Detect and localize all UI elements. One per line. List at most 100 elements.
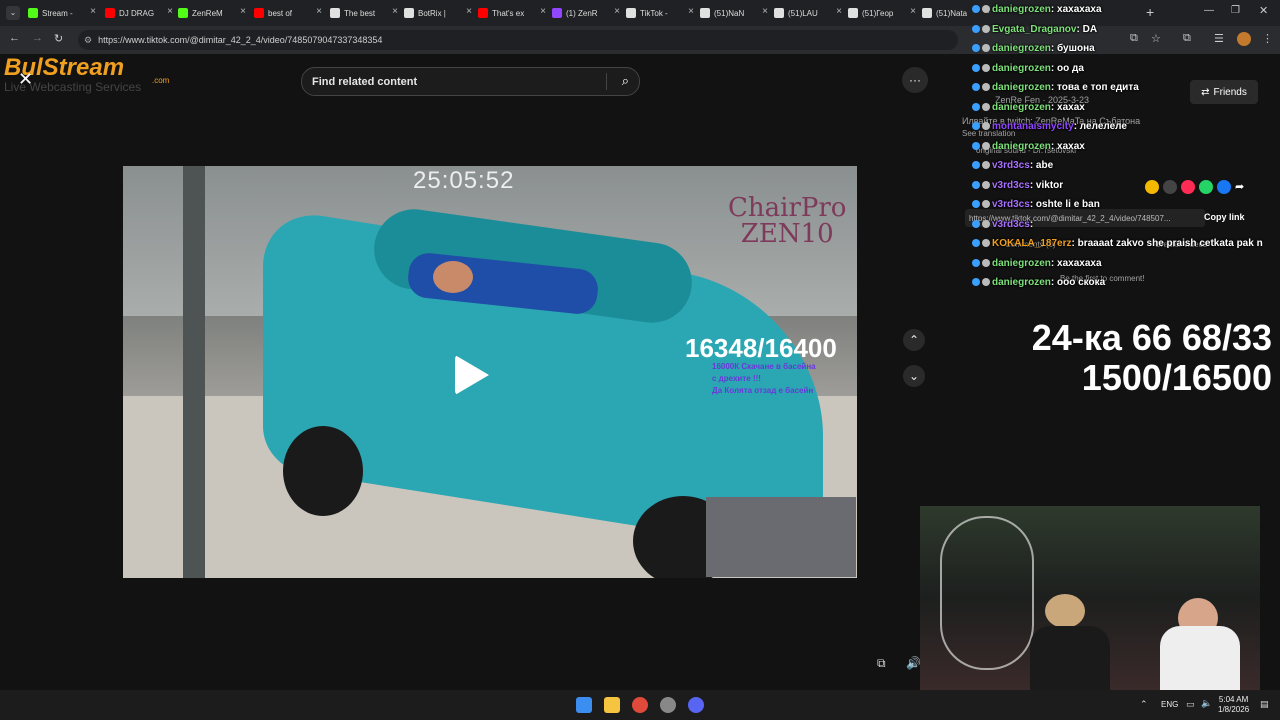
chat-username: daniegrozen <box>992 62 1051 74</box>
chat-message: daniegrozen: ооо скока <box>972 277 1105 288</box>
chat-message: Evgata_Draganov: DA <box>972 24 1097 35</box>
play-icon[interactable] <box>455 355 489 395</box>
tab-close-icon[interactable]: × <box>90 6 96 17</box>
chat-badge-icon <box>972 5 980 14</box>
tab-close-icon[interactable]: × <box>688 6 694 17</box>
browser-tab[interactable]: (51)NaN × <box>700 3 770 23</box>
clock[interactable]: 5:04 AM 1/8/2026 <box>1218 695 1249 715</box>
chat-username: Evgata_Draganov <box>992 23 1077 35</box>
forward-icon[interactable]: → <box>32 32 43 44</box>
chrome-icon[interactable] <box>632 697 648 713</box>
streamer-cap <box>1045 594 1085 628</box>
chat-badge-icon <box>972 180 980 189</box>
network-icon[interactable]: ▭ <box>1186 699 1195 710</box>
search-icon[interactable]: ⌕ <box>622 73 629 89</box>
chat-avatar-icon <box>982 63 990 72</box>
tab-close-icon[interactable]: × <box>910 6 916 17</box>
browser-tab[interactable]: DJ DRAG × <box>105 3 175 23</box>
bulstream-com: .com <box>152 76 170 85</box>
chat-username: daniegrozen <box>992 4 1051 15</box>
chat-text: : oshte li e ban <box>1029 199 1100 210</box>
chat-text: : хахах <box>1050 140 1085 152</box>
tab-close-icon[interactable]: × <box>836 6 842 17</box>
tab-favicon-icon <box>178 8 188 18</box>
more-icon: ··· <box>909 73 921 87</box>
chevron-down-icon: ⌄ <box>908 369 920 383</box>
language-indicator[interactable]: ENG <box>1161 700 1178 709</box>
stream-stats-line2: 1500/16500 <box>1081 357 1272 398</box>
chat-message: KOKALA_187erz: braaaat zakvo she praish … <box>972 238 1263 249</box>
start-icon[interactable] <box>576 697 592 713</box>
tab-close-icon[interactable]: × <box>392 6 398 17</box>
chat-message: daniegrozen: хахахаха <box>972 258 1102 269</box>
browser-tab[interactable]: TikTok - × <box>626 3 696 23</box>
chat-badge-icon <box>972 141 980 150</box>
search-placeholder: Find related content <box>312 75 418 88</box>
tab-label: (51)LAU <box>788 8 818 18</box>
obs-icon[interactable] <box>660 697 676 713</box>
chat-text: : бушона <box>1050 43 1095 54</box>
chairpro-text: ChairPro <box>728 193 847 223</box>
tab-favicon-icon <box>28 8 38 18</box>
notifications-icon[interactable]: ▤ <box>1260 699 1269 710</box>
front-wheel <box>283 426 363 516</box>
url-text: https://www.tiktok.com/@dimitar_42_2_4/v… <box>98 35 383 45</box>
browser-tab[interactable]: The best × <box>330 3 400 23</box>
browser-tab[interactable]: (1) ZenR × <box>552 3 622 23</box>
browser-tab[interactable]: That's ex × <box>478 3 548 23</box>
hanging-chair <box>940 516 1034 670</box>
chat-message: v3rd3cs: abe <box>972 160 1053 171</box>
tab-favicon-icon <box>922 8 932 18</box>
discord-icon[interactable] <box>688 697 704 713</box>
tab-close-icon[interactable]: × <box>167 6 173 17</box>
chat-username: v3rd3cs <box>992 199 1030 210</box>
url-field[interactable]: ⚙ https://www.tiktok.com/@dimitar_42_2_4… <box>78 30 958 50</box>
chat-message: daniegrozen: бушона <box>972 43 1095 54</box>
file-explorer-icon[interactable] <box>604 697 620 713</box>
chat-avatar-icon <box>982 122 990 131</box>
next-video-button[interactable]: ⌄ <box>903 365 925 387</box>
chat-avatar-icon <box>982 102 990 111</box>
picture-in-picture-icon[interactable]: ⧉ <box>877 656 886 671</box>
chat-badge-icon <box>972 63 980 72</box>
tab-close-icon[interactable]: × <box>466 6 472 17</box>
site-info-icon[interactable]: ⚙ <box>84 35 92 46</box>
guest-body <box>1160 626 1240 690</box>
browser-tab[interactable]: (51)LAU × <box>774 3 844 23</box>
back-icon[interactable]: ← <box>9 32 20 44</box>
more-options-button[interactable]: ··· <box>902 67 928 93</box>
tab-search-button[interactable]: ⌄ <box>6 6 20 20</box>
reload-icon[interactable]: ↻ <box>54 32 63 45</box>
chat-text: : ооо скока <box>1050 277 1106 288</box>
chat-badge-icon <box>972 24 980 33</box>
tab-label: TikTok - <box>640 8 668 18</box>
chat-badge-icon <box>972 161 980 170</box>
video-annotation-1: 16000К Скачане в басейна <box>712 362 816 371</box>
chat-avatar-icon <box>982 200 990 209</box>
video-annotation-2: с дрехите !!! <box>712 374 761 383</box>
tab-close-icon[interactable]: × <box>614 6 620 17</box>
tab-close-icon[interactable]: × <box>762 6 768 17</box>
tab-favicon-icon <box>254 8 264 18</box>
browser-tab[interactable]: (51)Геор × <box>848 3 918 23</box>
search-input[interactable]: Find related content ⌕ <box>301 67 640 96</box>
close-icon[interactable]: ✕ <box>18 69 33 90</box>
tray-chevron-icon[interactable]: ⌃ <box>1140 699 1148 710</box>
volume-icon[interactable]: 🔊 <box>906 656 921 670</box>
browser-tab[interactable]: Stream - × <box>28 3 98 23</box>
webcam-feed <box>920 506 1260 690</box>
chat-text: : лелелеле <box>1073 121 1127 132</box>
previous-video-button[interactable]: ⌃ <box>903 329 925 351</box>
browser-tab[interactable]: BotRix | × <box>404 3 474 23</box>
tab-close-icon[interactable]: × <box>540 6 546 17</box>
tab-close-icon[interactable]: × <box>240 6 246 17</box>
browser-tab[interactable]: best of × <box>254 3 324 23</box>
browser-tab[interactable]: ZenReM × <box>178 3 248 23</box>
chat-username: v3rd3cs <box>992 179 1030 191</box>
chat-message: daniegrozen: хахах <box>972 102 1085 113</box>
chat-text: : това е топ едита <box>1050 82 1139 93</box>
tab-favicon-icon <box>404 8 414 18</box>
volume-tray-icon[interactable]: 🔈 <box>1201 698 1212 709</box>
chat-message: daniegrozen: хахахаха <box>972 4 1102 15</box>
tab-close-icon[interactable]: × <box>316 6 322 17</box>
